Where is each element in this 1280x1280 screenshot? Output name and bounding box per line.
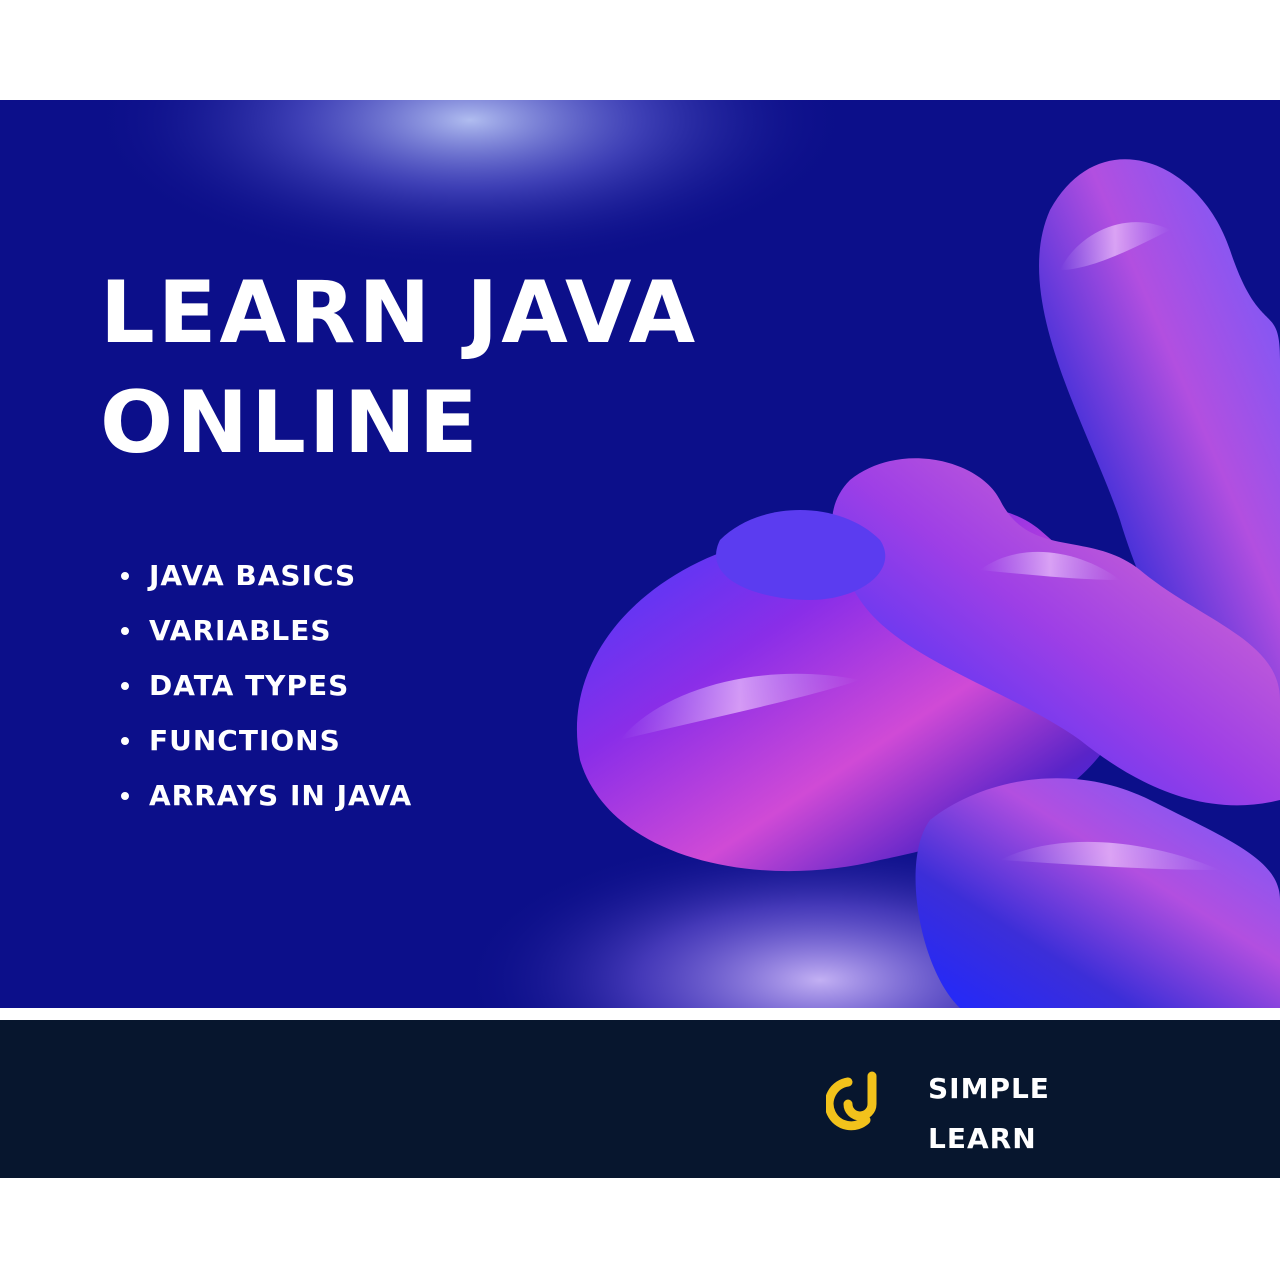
bullet-icon [121,682,129,690]
brand-name-line-1: SIMPLE [928,1072,1050,1105]
brand-name-line-2: LEARN [928,1122,1037,1155]
brand-name: SIMPLE LEARN [928,1064,1050,1164]
headline-line-2: ONLINE [100,373,481,473]
topic-list: JAVA BASICS VARIABLES DATA TYPES FUNCTIO… [118,548,412,823]
topic-item: FUNCTIONS [118,713,412,768]
bullet-icon [121,572,129,580]
headline: LEARN JAVA ONLINE [100,258,698,478]
divider [0,1008,1280,1020]
hero-banner: LEARN JAVA ONLINE JAVA BASICS VARIABLES … [0,100,1280,1008]
footer-bar: SIMPLE LEARN [0,1020,1280,1178]
bullet-icon [121,737,129,745]
headline-line-1: LEARN JAVA [100,263,699,363]
bullet-icon [121,792,129,800]
topic-label: FUNCTIONS [149,724,341,757]
topic-label: JAVA BASICS [149,559,357,592]
topic-label: DATA TYPES [149,669,350,702]
topic-item: VARIABLES [118,603,412,658]
topic-label: VARIABLES [149,614,332,647]
topic-item: ARRAYS IN JAVA [118,768,412,823]
topic-label: ARRAYS IN JAVA [149,779,413,812]
bullet-icon [121,627,129,635]
simple-learn-logo-icon [826,1071,877,1131]
topic-item: JAVA BASICS [118,548,412,603]
topic-item: DATA TYPES [118,658,412,713]
